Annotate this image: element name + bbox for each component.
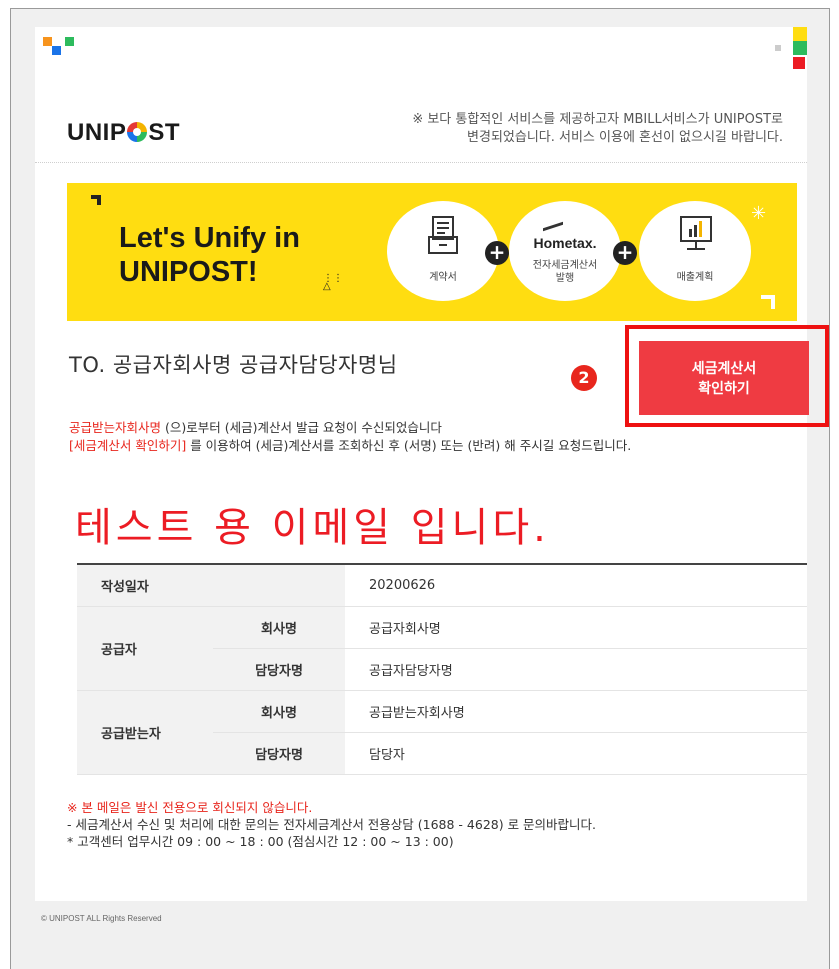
plus-icon: + bbox=[485, 241, 509, 265]
invoice-info-table: 작성일자 20200626 공급자 회사명 공급자회사명 담당자명 공급자담당자… bbox=[77, 563, 807, 775]
sales-chart-icon bbox=[680, 216, 712, 250]
email-frame: UNIP ST ※ 보다 통합적인 서비스를 제공하고자 MBILL서비스가 UN… bbox=[10, 8, 830, 969]
supplier-company-label: 회사명 bbox=[213, 606, 345, 649]
notice-line-2: 변경되었습니다. 서비스 이용에 혼선이 없으시길 바랍니다. bbox=[467, 130, 783, 145]
footer-notice: ※ 본 메일은 발신 전용으로 회신되지 않습니다. - 세금계산서 수신 및 … bbox=[67, 799, 596, 850]
banner-title: Let's Unify in UNIPOST! bbox=[119, 221, 300, 289]
corner-decoration-left bbox=[43, 37, 74, 59]
banner-title-line-2: UNIPOST! bbox=[119, 256, 258, 288]
business-hours: * 고객센터 업무시간 09 : 00 ~ 18 : 00 (점심시간 12 :… bbox=[67, 834, 454, 849]
supplier-manager-label: 담당자명 bbox=[213, 648, 345, 691]
created-date-value: 20200626 bbox=[345, 563, 807, 607]
supplier-company-value: 공급자회사명 bbox=[345, 606, 807, 649]
notice-line-1: ※ 보다 통합적인 서비스를 제공하고자 MBILL서비스가 UNIPOST로 bbox=[412, 112, 783, 127]
table-row: 공급자 회사명 공급자회사명 bbox=[77, 606, 807, 691]
test-email-title: 테스트 용 이메일 입니다. bbox=[75, 505, 550, 551]
supplier-label: 공급자 bbox=[77, 606, 213, 691]
banner-item-label: 매출계획 bbox=[676, 272, 714, 283]
banner-item-contract: 계약서 bbox=[387, 201, 499, 301]
email-card: UNIP ST ※ 보다 통합적인 서비스를 제공하고자 MBILL서비스가 UN… bbox=[35, 27, 829, 901]
plus-icon: + bbox=[613, 241, 637, 265]
unipost-logo: UNIP ST bbox=[67, 119, 181, 146]
banner-item-sales-plan: 매출계획 bbox=[639, 201, 751, 301]
contract-icon bbox=[428, 216, 458, 254]
buyer-label: 공급받는자 bbox=[77, 690, 213, 775]
inquiry-info: - 세금계산서 수신 및 처리에 대한 문의는 전자세금계산서 전용상담 (16… bbox=[67, 817, 597, 832]
logo-gear-icon bbox=[127, 122, 148, 142]
buyer-company-value: 공급받는자회사명 bbox=[345, 690, 807, 733]
buyer-manager-label: 담당자명 bbox=[213, 732, 345, 775]
table-row: 공급받는자 회사명 공급받는자회사명 bbox=[77, 690, 807, 775]
banner-item-label-line-2: 발행 bbox=[555, 273, 575, 284]
no-reply-warning: ※ 본 메일은 발신 전용으로 회신되지 않습니다. bbox=[67, 800, 313, 815]
promo-banner: ⋮⋮ △ ✳ Let's Unify in UNIPOST! 계약서 + Hom… bbox=[67, 183, 797, 321]
supplier-manager-value: 공급자담당자명 bbox=[345, 648, 807, 691]
corner-decoration-right bbox=[775, 27, 807, 71]
confirm-invoice-button[interactable]: 세금계산서 확인하기 bbox=[639, 341, 809, 415]
email-header: UNIP ST ※ 보다 통합적인 서비스를 제공하고자 MBILL서비스가 UN… bbox=[35, 87, 807, 163]
confirm-invoice-link-text: [세금계산서 확인하기] bbox=[69, 438, 187, 453]
banner-item-label: 전자세금계산서 발행 bbox=[509, 259, 621, 285]
banner-title-line-1: Let's Unify in bbox=[119, 222, 300, 254]
request-message-line-2: [세금계산서 확인하기] 를 이용하여 (세금)계산서를 조회하신 후 (서명)… bbox=[69, 438, 632, 453]
banner-item-label: 계약서 bbox=[429, 272, 457, 283]
request-message-line-1: 공급받는자회사명 (으)로부터 (세금)계산서 발급 요청이 수신되었습니다 bbox=[69, 420, 442, 435]
service-notice: ※ 보다 통합적인 서비스를 제공하고자 MBILL서비스가 UNIPOST로 … bbox=[412, 111, 783, 147]
table-row: 작성일자 20200626 bbox=[77, 563, 807, 607]
banner-item-label-line-1: 전자세금계산서 bbox=[532, 260, 598, 271]
banner-item-hometax: Hometax. 전자세금계산서 발행 bbox=[509, 201, 621, 301]
step-badge: 2 bbox=[571, 365, 597, 391]
hometax-logo: Hometax. bbox=[533, 235, 597, 251]
buyer-company-name: 공급받는자회사명 bbox=[69, 420, 162, 435]
created-date-label: 작성일자 bbox=[77, 563, 345, 607]
buyer-company-label: 회사명 bbox=[213, 690, 345, 733]
copyright-text: © UNIPOST ALL Rights Reserved bbox=[41, 914, 162, 923]
buyer-manager-value: 담당자 bbox=[345, 732, 807, 775]
request-message: 공급받는자회사명 (으)로부터 (세금)계산서 발급 요청이 수신되었습니다 [… bbox=[69, 419, 631, 455]
recipient-greeting: TO. 공급자회사명 공급자담당자명님 bbox=[69, 353, 398, 377]
